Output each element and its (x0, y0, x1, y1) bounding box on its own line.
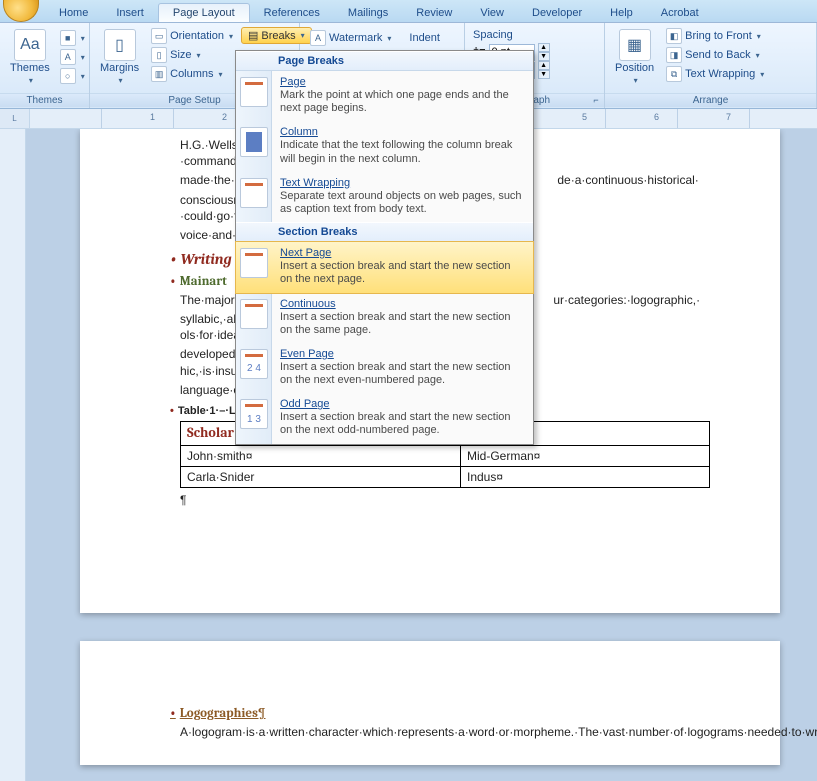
body-text: A·logogram·is·a·written·character·which·… (180, 724, 710, 740)
menu-header-section-breaks: Section Breaks (236, 222, 533, 242)
page-2[interactable]: Logographies¶ A·logogram·is·a·written·ch… (80, 641, 780, 765)
effects-icon: ○ (60, 68, 76, 84)
margins-icon: ▯ (104, 29, 136, 61)
menu-item-odd-page[interactable]: 1 3 Odd Page Insert a section break and … (236, 393, 533, 443)
spin-down[interactable]: ▼ (538, 52, 550, 61)
tab-review[interactable]: Review (402, 4, 466, 22)
colors-icon: ■ (60, 30, 76, 46)
orientation-icon: ▭ (151, 28, 167, 44)
breaks-menu: Page Breaks Page Mark the point at which… (235, 50, 534, 445)
tab-page-layout[interactable]: Page Layout (158, 3, 250, 22)
even-page-break-icon: 2 4 (240, 349, 268, 379)
size-icon: ▯ (151, 47, 167, 63)
themes-button[interactable]: Aa Themes (6, 27, 54, 87)
paragraph-launcher[interactable]: ⌐ (590, 95, 602, 107)
theme-effects[interactable]: ○ (56, 67, 89, 85)
tab-developer[interactable]: Developer (518, 4, 596, 22)
tab-view[interactable]: View (466, 4, 518, 22)
column-break-icon (240, 127, 268, 157)
spacing-label: Spacing (473, 29, 598, 41)
watermark-button[interactable]: AWatermark (306, 29, 395, 47)
bring-front-button[interactable]: ◧Bring to Front (662, 27, 768, 45)
office-button[interactable] (3, 0, 39, 22)
tab-references[interactable]: References (250, 4, 334, 22)
bring-front-icon: ◧ (666, 28, 682, 44)
send-back-icon: ◨ (666, 47, 682, 63)
continuous-break-icon (240, 299, 268, 329)
tab-help[interactable]: Help (596, 4, 647, 22)
theme-colors[interactable]: ■ (56, 29, 89, 47)
spin-up2[interactable]: ▲ (538, 61, 550, 70)
heading-logographies: Logographies¶ (180, 705, 710, 723)
size-button[interactable]: ▯Size (147, 46, 237, 64)
menu-item-page[interactable]: Page Mark the point at which one page en… (236, 71, 533, 121)
margins-label: Margins (100, 63, 139, 74)
pilcrow: ¶ (180, 492, 710, 508)
tab-home[interactable]: Home (45, 4, 102, 22)
orientation-button[interactable]: ▭Orientation (147, 27, 237, 45)
theme-fonts[interactable]: A (56, 48, 89, 66)
watermark-icon: A (310, 30, 326, 46)
spin-down2[interactable]: ▼ (538, 70, 550, 79)
ruler-corner[interactable]: L (0, 109, 30, 128)
menu-item-text-wrapping[interactable]: Text Wrapping Separate text around objec… (236, 172, 533, 222)
group-label-themes: Themes (0, 93, 89, 107)
breaks-icon: ▤ (248, 29, 258, 42)
position-button[interactable]: ▦ Position (611, 27, 658, 87)
position-icon: ▦ (619, 29, 651, 61)
tab-mailings[interactable]: Mailings (334, 4, 402, 22)
tab-strip: Home Insert Page Layout References Maili… (0, 0, 817, 23)
menu-item-next-page[interactable]: Next Page Insert a section break and sta… (235, 241, 534, 293)
menu-item-column[interactable]: Column Indicate that the text following … (236, 121, 533, 171)
menu-item-even-page[interactable]: 2 4 Even Page Insert a section break and… (236, 343, 533, 393)
columns-button[interactable]: ▥Columns (147, 65, 237, 83)
fonts-icon: A (60, 49, 76, 65)
menu-item-continuous[interactable]: Continuous Insert a section break and st… (236, 293, 533, 343)
text-wrapping-icon: ⧉ (666, 66, 682, 82)
table-row: Carla·SniderIndus¤ (181, 466, 710, 487)
page-break-icon (240, 77, 268, 107)
margins-button[interactable]: ▯ Margins (96, 27, 143, 87)
send-back-button[interactable]: ◨Send to Back (662, 46, 768, 64)
themes-icon: Aa (14, 29, 46, 61)
group-label-arrange: Arrange (605, 93, 816, 107)
text-wrapping-button[interactable]: ⧉Text Wrapping (662, 65, 768, 83)
spin-up[interactable]: ▲ (538, 43, 550, 52)
odd-page-break-icon: 1 3 (240, 399, 268, 429)
group-arrange: ▦ Position ◧Bring to Front ◨Send to Back… (605, 23, 817, 108)
indent-label: Indent (405, 29, 444, 47)
tab-insert[interactable]: Insert (102, 4, 158, 22)
themes-label: Themes (10, 63, 50, 74)
text-wrapping-break-icon (240, 178, 268, 208)
group-themes: Aa Themes ■ A ○ Themes (0, 23, 90, 108)
vertical-ruler[interactable] (0, 129, 26, 781)
next-page-break-icon (240, 248, 268, 278)
table-row: John·smith¤Mid-German¤ (181, 445, 710, 466)
tab-acrobat[interactable]: Acrobat (647, 4, 713, 22)
menu-header-page-breaks: Page Breaks (236, 51, 533, 71)
columns-icon: ▥ (151, 66, 167, 82)
